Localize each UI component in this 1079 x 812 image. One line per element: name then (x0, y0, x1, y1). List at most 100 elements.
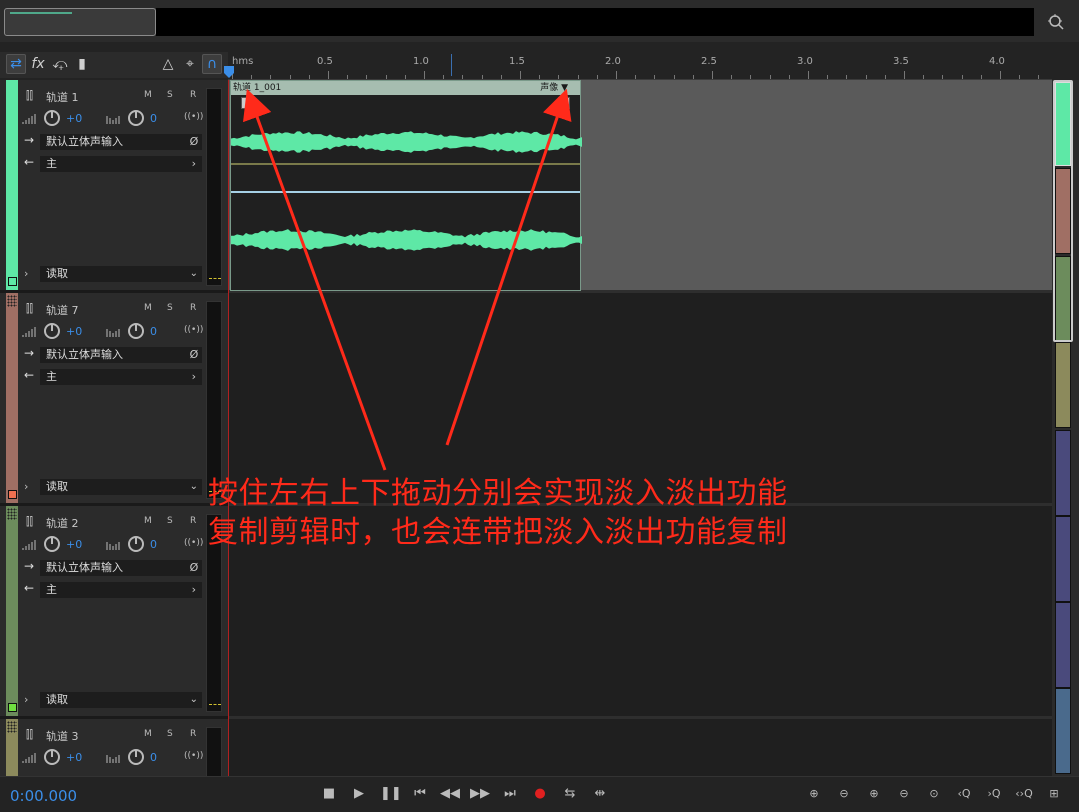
metronome-icon[interactable]: △ (158, 54, 178, 74)
track-color-strip[interactable] (6, 293, 18, 503)
clip-pan-envelope[interactable] (231, 191, 580, 193)
pan-knob[interactable] (128, 536, 144, 552)
timecode-display[interactable]: 0:00.000 (10, 787, 77, 805)
track-color-strip[interactable] (6, 80, 18, 290)
volume-knob[interactable] (44, 323, 60, 339)
snap-magnet-icon[interactable]: ∩ (202, 54, 222, 74)
stop-icon[interactable]: ■ (319, 784, 339, 804)
expand-automation-icon[interactable]: › (24, 267, 28, 280)
record-arm-button[interactable]: R (190, 303, 196, 313)
loop-icon[interactable]: ⇆ (560, 784, 580, 804)
go-to-start-icon[interactable]: ⏮ (410, 784, 430, 804)
overview-strip[interactable] (156, 8, 1034, 36)
track-name[interactable]: 轨道 1 (46, 89, 79, 105)
solo-button[interactable]: S (167, 516, 173, 526)
mute-button[interactable]: M (144, 516, 152, 526)
record-arm-button[interactable]: R (190, 729, 196, 739)
track-color-strip[interactable] (6, 506, 18, 716)
clip-volume-envelope[interactable] (231, 163, 580, 165)
output-select[interactable]: 主 › (40, 582, 202, 598)
volume-value[interactable]: +0 (66, 538, 82, 551)
solo-button[interactable]: S (167, 90, 173, 100)
overview-scroll-handle[interactable] (4, 8, 156, 36)
stereo-icon[interactable]: ((•)) (184, 538, 203, 548)
stereo-icon[interactable]: ((•)) (184, 751, 203, 761)
pan-value[interactable]: 0 (150, 112, 157, 125)
track-lane[interactable] (229, 719, 1052, 776)
track-name[interactable]: 轨道 7 (46, 302, 79, 318)
scrollbar-track-segment[interactable] (1055, 688, 1071, 774)
zoom-selection-icon[interactable]: ⊙ (924, 784, 944, 804)
inputs-outputs-icon[interactable]: ⇄ (6, 54, 26, 74)
volume-knob[interactable] (44, 749, 60, 765)
time-ruler[interactable]: hms 0.5 1.0 1.5 2.0 2.5 3.0 3.5 4.0 (228, 52, 1052, 80)
pan-value[interactable]: 0 (150, 538, 157, 551)
scrollbar-track-segment[interactable] (1055, 430, 1071, 516)
zoom-in-time-icon[interactable]: ⊕ (864, 784, 884, 804)
pan-knob[interactable] (128, 110, 144, 126)
zoom-in-left-icon[interactable]: ‹Q (954, 784, 974, 804)
volume-knob[interactable] (44, 110, 60, 126)
volume-value[interactable]: +0 (66, 112, 82, 125)
record-arm-button[interactable]: R (190, 516, 196, 526)
drag-grip-icon[interactable] (7, 721, 17, 733)
zoom-in-amplitude-icon[interactable]: ⊕ (804, 784, 824, 804)
phase-invert-icon[interactable]: Ø (186, 347, 202, 363)
input-select[interactable]: 默认立体声输入› (40, 134, 202, 150)
automation-mode-select[interactable]: 读取 ⌄ (40, 692, 202, 708)
zoom-fit-icon[interactable] (1046, 12, 1066, 32)
mute-button[interactable]: M (144, 729, 152, 739)
mute-button[interactable]: M (144, 90, 152, 100)
track-header[interactable]: ⫿⫿ 轨道 1 M S R I +0 0 ((•)) → 默认立体声输入› Ø … (0, 80, 228, 293)
vertical-track-scrollbar[interactable] (1052, 80, 1079, 776)
audio-clip[interactable]: 轨道 1_001 声像 ▼ (230, 80, 582, 291)
pan-knob[interactable] (128, 749, 144, 765)
volume-knob[interactable] (44, 536, 60, 552)
input-select[interactable]: 默认立体声输入› (40, 560, 202, 576)
volume-value[interactable]: +0 (66, 751, 82, 764)
phase-invert-icon[interactable]: Ø (186, 134, 202, 150)
scrollbar-track-segment[interactable] (1055, 342, 1071, 428)
scrollbar-track-segment[interactable] (1055, 602, 1071, 688)
effects-rack-icon[interactable]: fx (28, 54, 48, 74)
zoom-out-time-icon[interactable]: ⊖ (894, 784, 914, 804)
record-arm-button[interactable]: R (190, 90, 196, 100)
mute-button[interactable]: M (144, 303, 152, 313)
stereo-icon[interactable]: ((•)) (184, 112, 203, 122)
pause-icon[interactable]: ❚❚ (380, 784, 402, 804)
drag-grip-icon[interactable] (7, 508, 17, 520)
eq-icon[interactable]: ▮ (72, 54, 92, 74)
track-header[interactable]: ⫿⫿ 轨道 7 M S R I +0 0 ((•)) → 默认立体声输入› Ø … (0, 293, 228, 506)
fast-forward-icon[interactable]: ▶▶ (470, 784, 490, 804)
track-name[interactable]: 轨道 3 (46, 728, 79, 744)
zoom-in-both-icon[interactable]: ‹›Q (1014, 784, 1034, 804)
output-select[interactable]: 主 › (40, 156, 202, 172)
zoom-out-amplitude-icon[interactable]: ⊖ (834, 784, 854, 804)
rewind-icon[interactable]: ◀◀ (440, 784, 460, 804)
playhead-icon[interactable] (224, 66, 234, 78)
solo-button[interactable]: S (167, 303, 173, 313)
skip-selection-icon[interactable]: ⇹ (590, 784, 610, 804)
expand-automation-icon[interactable]: › (24, 693, 28, 706)
scrollbar-thumb[interactable] (1053, 80, 1073, 342)
play-icon[interactable]: ▶ (349, 784, 369, 804)
sends-icon[interactable]: ⤽ (50, 54, 70, 74)
zoom-in-right-icon[interactable]: ›Q (984, 784, 1004, 804)
track-header[interactable]: ⫿⫿ 轨道 3 M S R I +0 0 ((•)) (0, 719, 228, 776)
volume-value[interactable]: +0 (66, 325, 82, 338)
track-select-square[interactable] (8, 703, 17, 712)
track-select-square[interactable] (8, 490, 17, 499)
phase-invert-icon[interactable]: Ø (186, 560, 202, 576)
pan-value[interactable]: 0 (150, 325, 157, 338)
zoom-full-icon[interactable]: ⊞ (1044, 784, 1064, 804)
input-select[interactable]: 默认立体声输入› (40, 347, 202, 363)
automation-mode-select[interactable]: 读取 ⌄ (40, 266, 202, 282)
track-color-strip[interactable] (6, 719, 18, 776)
scrollbar-track-segment[interactable] (1055, 516, 1071, 602)
pan-value[interactable]: 0 (150, 751, 157, 764)
go-to-end-icon[interactable]: ⏭ (500, 784, 520, 804)
playhead-line[interactable] (228, 80, 229, 776)
pan-knob[interactable] (128, 323, 144, 339)
automation-mode-select[interactable]: 读取 ⌄ (40, 479, 202, 495)
track-name[interactable]: 轨道 2 (46, 515, 79, 531)
